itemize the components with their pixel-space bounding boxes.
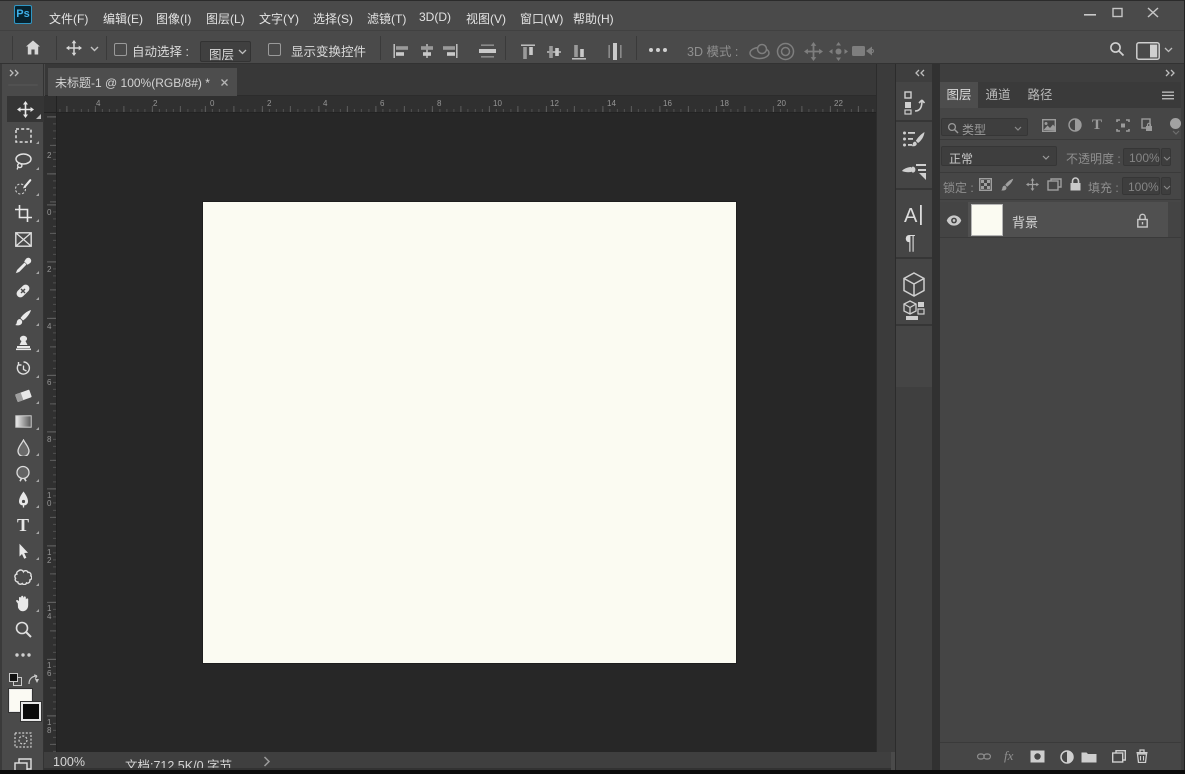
svg-text:A: A [904,205,918,226]
svg-text:¶: ¶ [905,232,916,253]
